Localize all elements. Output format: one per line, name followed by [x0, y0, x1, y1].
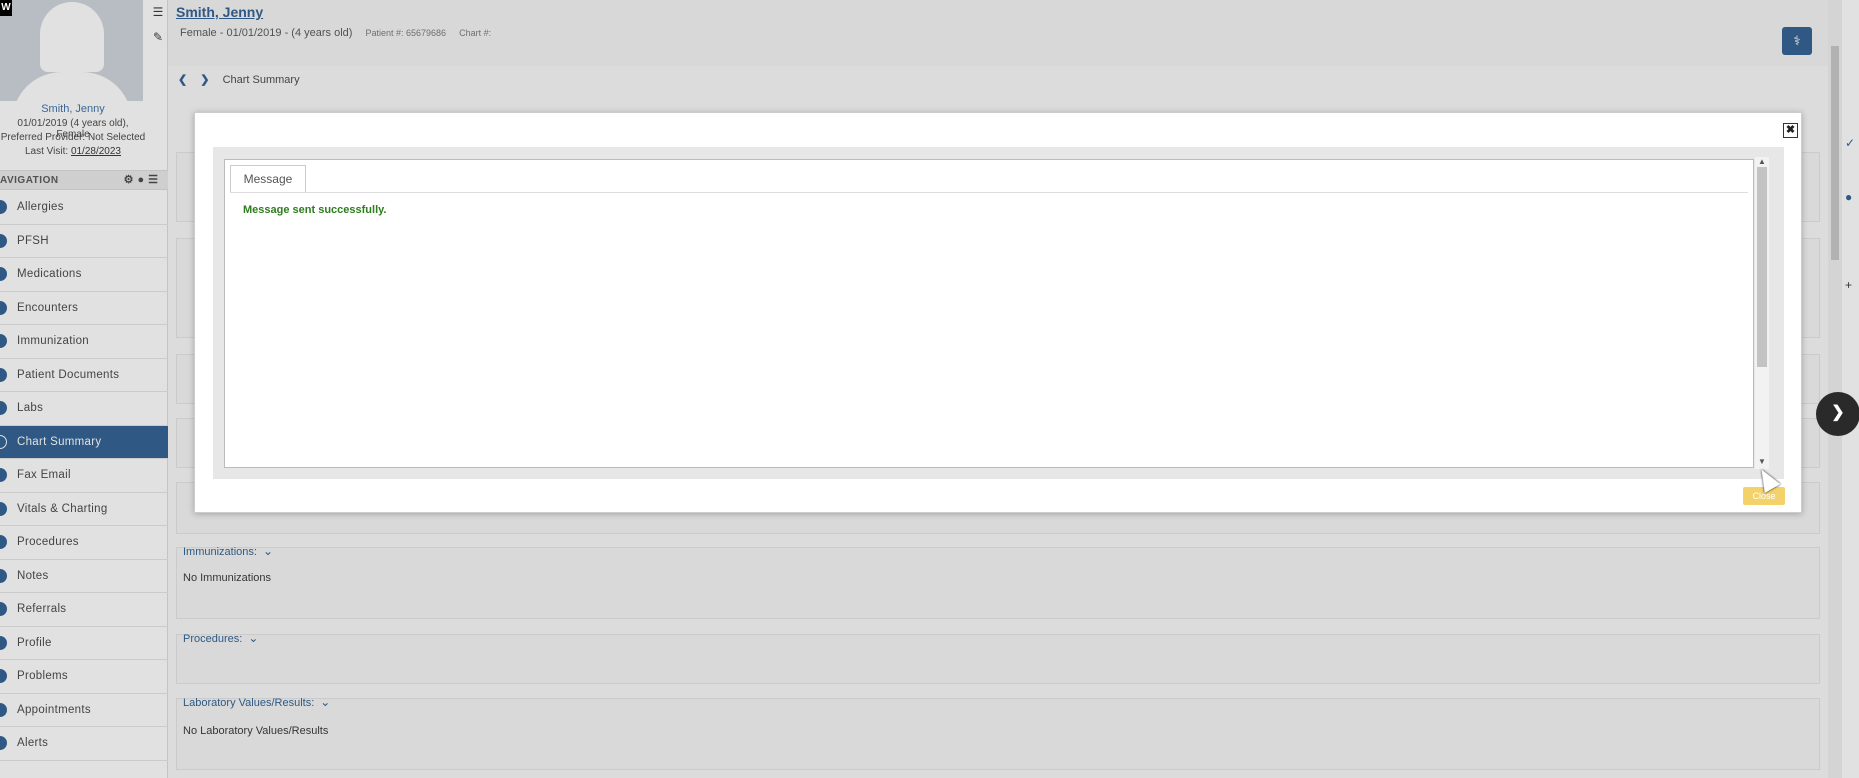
success-message: Message sent successfully. [243, 204, 387, 216]
scroll-up-icon[interactable]: ▲ [1758, 157, 1766, 166]
scroll-down-icon[interactable]: ▼ [1758, 457, 1766, 466]
dialog-body: Message Message sent successfully. ▲ ▼ [213, 147, 1784, 479]
dialog-scrollbar[interactable]: ▲ ▼ [1755, 157, 1769, 469]
dialog-scroll-thumb[interactable] [1757, 167, 1767, 367]
tab-divider [230, 192, 1748, 193]
corner-logo-icon: W [0, 0, 12, 16]
close-box-icon[interactable]: ✖ [1783, 123, 1798, 138]
message-frame: Message Message sent successfully. [224, 159, 1754, 468]
chevron-right-icon: ❯ [1831, 404, 1845, 421]
tab-message[interactable]: Message [230, 165, 306, 193]
message-dialog: ✖ Message Message sent successfully. ▲ ▼… [194, 112, 1802, 513]
next-arrow-button[interactable]: ❯ [1816, 392, 1859, 436]
